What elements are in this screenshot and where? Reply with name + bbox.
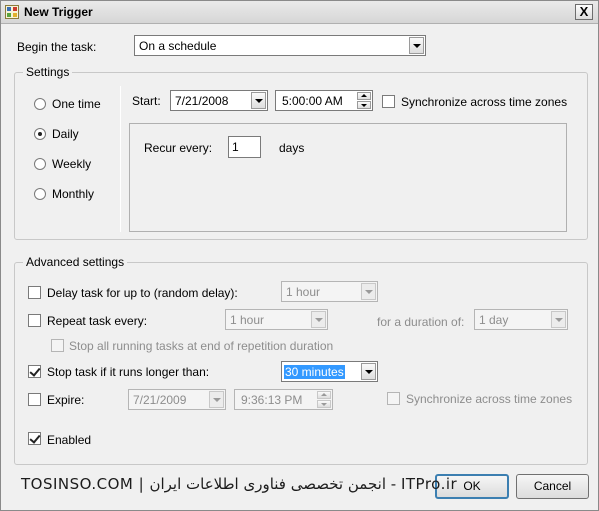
begin-task-label: Begin the task: [17,40,97,54]
start-date-value: 7/21/2008 [175,94,229,108]
spinner-buttons[interactable] [317,391,331,408]
start-time-spinner[interactable]: 5:00:00 AM [275,90,373,111]
chevron-down-icon[interactable] [409,37,424,54]
expire-sync-checkbox[interactable] [387,392,400,405]
recur-days-field[interactable] [229,137,260,157]
radio-monthly[interactable] [34,188,46,200]
repeat-task-label[interactable]: Repeat task every: [47,314,147,328]
delay-task-dropdown[interactable]: 1 hour [281,281,378,302]
cancel-button[interactable]: Cancel [516,474,589,499]
begin-task-dropdown[interactable]: On a schedule [134,35,426,56]
expire-sync-label: Synchronize across time zones [406,392,573,406]
stop-if-longer-dropdown[interactable]: 30 minutes [281,361,378,382]
delay-task-value: 1 hour [286,285,321,299]
radio-weekly-label[interactable]: Weekly [52,157,91,171]
advanced-settings-title: Advanced settings [23,255,128,269]
expire-checkbox[interactable] [28,393,41,406]
chevron-down-icon[interactable] [209,391,224,408]
delay-task-checkbox[interactable] [28,286,41,299]
stop-if-longer-label[interactable]: Stop task if it runs longer than: [47,365,209,379]
repeat-task-value: 1 hour [230,313,265,327]
start-label: Start: [132,94,161,108]
recurrence-panel [129,123,567,232]
stop-running-checkbox[interactable] [51,339,64,352]
repeat-task-checkbox[interactable] [28,314,41,327]
spin-down-icon[interactable] [357,101,371,109]
sync-timezones-checkbox[interactable] [382,95,395,108]
spin-up-icon[interactable] [317,391,331,399]
close-button[interactable]: X [575,4,593,20]
begin-task-value: On a schedule [139,39,217,53]
stop-if-longer-value: 30 minutes [284,365,345,379]
repeat-task-dropdown[interactable]: 1 hour [225,309,328,330]
delay-task-label[interactable]: Delay task for up to (random delay): [47,286,238,300]
watermark-text: TOSINSO.COM | انجمن تخصصی فناوری اطلاعات… [21,475,458,493]
window-title: New Trigger [24,5,93,19]
duration-dropdown[interactable]: 1 day [474,309,568,330]
stop-running-label: Stop all running tasks at end of repetit… [69,339,334,353]
duration-value: 1 day [479,313,509,327]
expire-label[interactable]: Expire: [47,393,84,407]
title-bar: New Trigger X [1,1,598,24]
settings-divider [120,86,121,232]
spinner-buttons[interactable] [357,92,371,109]
stop-if-longer-checkbox[interactable] [28,365,41,378]
new-trigger-dialog: New Trigger X Begin the task: On a sched… [0,0,599,511]
spin-down-icon[interactable] [317,400,331,408]
spin-up-icon[interactable] [357,92,371,100]
enabled-checkbox[interactable] [28,432,41,445]
enabled-label[interactable]: Enabled [47,433,91,447]
start-time-value: 5:00:00 AM [282,94,343,108]
duration-label: for a duration of: [377,315,465,329]
task-scheduler-icon [5,5,19,19]
radio-monthly-label[interactable]: Monthly [52,187,94,201]
chevron-down-icon[interactable] [361,283,376,300]
recur-unit-label: days [279,141,305,155]
radio-one-time[interactable] [34,98,46,110]
expire-time-spinner[interactable]: 9:36:13 PM [234,389,333,410]
settings-group-title: Settings [23,65,73,79]
radio-one-time-label[interactable]: One time [52,97,101,111]
chevron-down-icon[interactable] [311,311,326,328]
radio-daily-label[interactable]: Daily [52,127,79,141]
chevron-down-icon[interactable] [251,92,266,109]
chevron-down-icon[interactable] [551,311,566,328]
sync-timezones-label[interactable]: Synchronize across time zones [401,95,567,109]
radio-daily[interactable] [34,128,46,140]
expire-date-picker[interactable]: 7/21/2009 [128,389,226,410]
recur-days-input[interactable] [228,136,261,158]
start-date-picker[interactable]: 7/21/2008 [170,90,268,111]
expire-date-value: 7/21/2009 [133,393,187,407]
radio-weekly[interactable] [34,158,46,170]
chevron-down-icon[interactable] [361,363,376,380]
expire-time-value: 9:36:13 PM [241,393,303,407]
recur-label: Recur every: [144,141,213,155]
